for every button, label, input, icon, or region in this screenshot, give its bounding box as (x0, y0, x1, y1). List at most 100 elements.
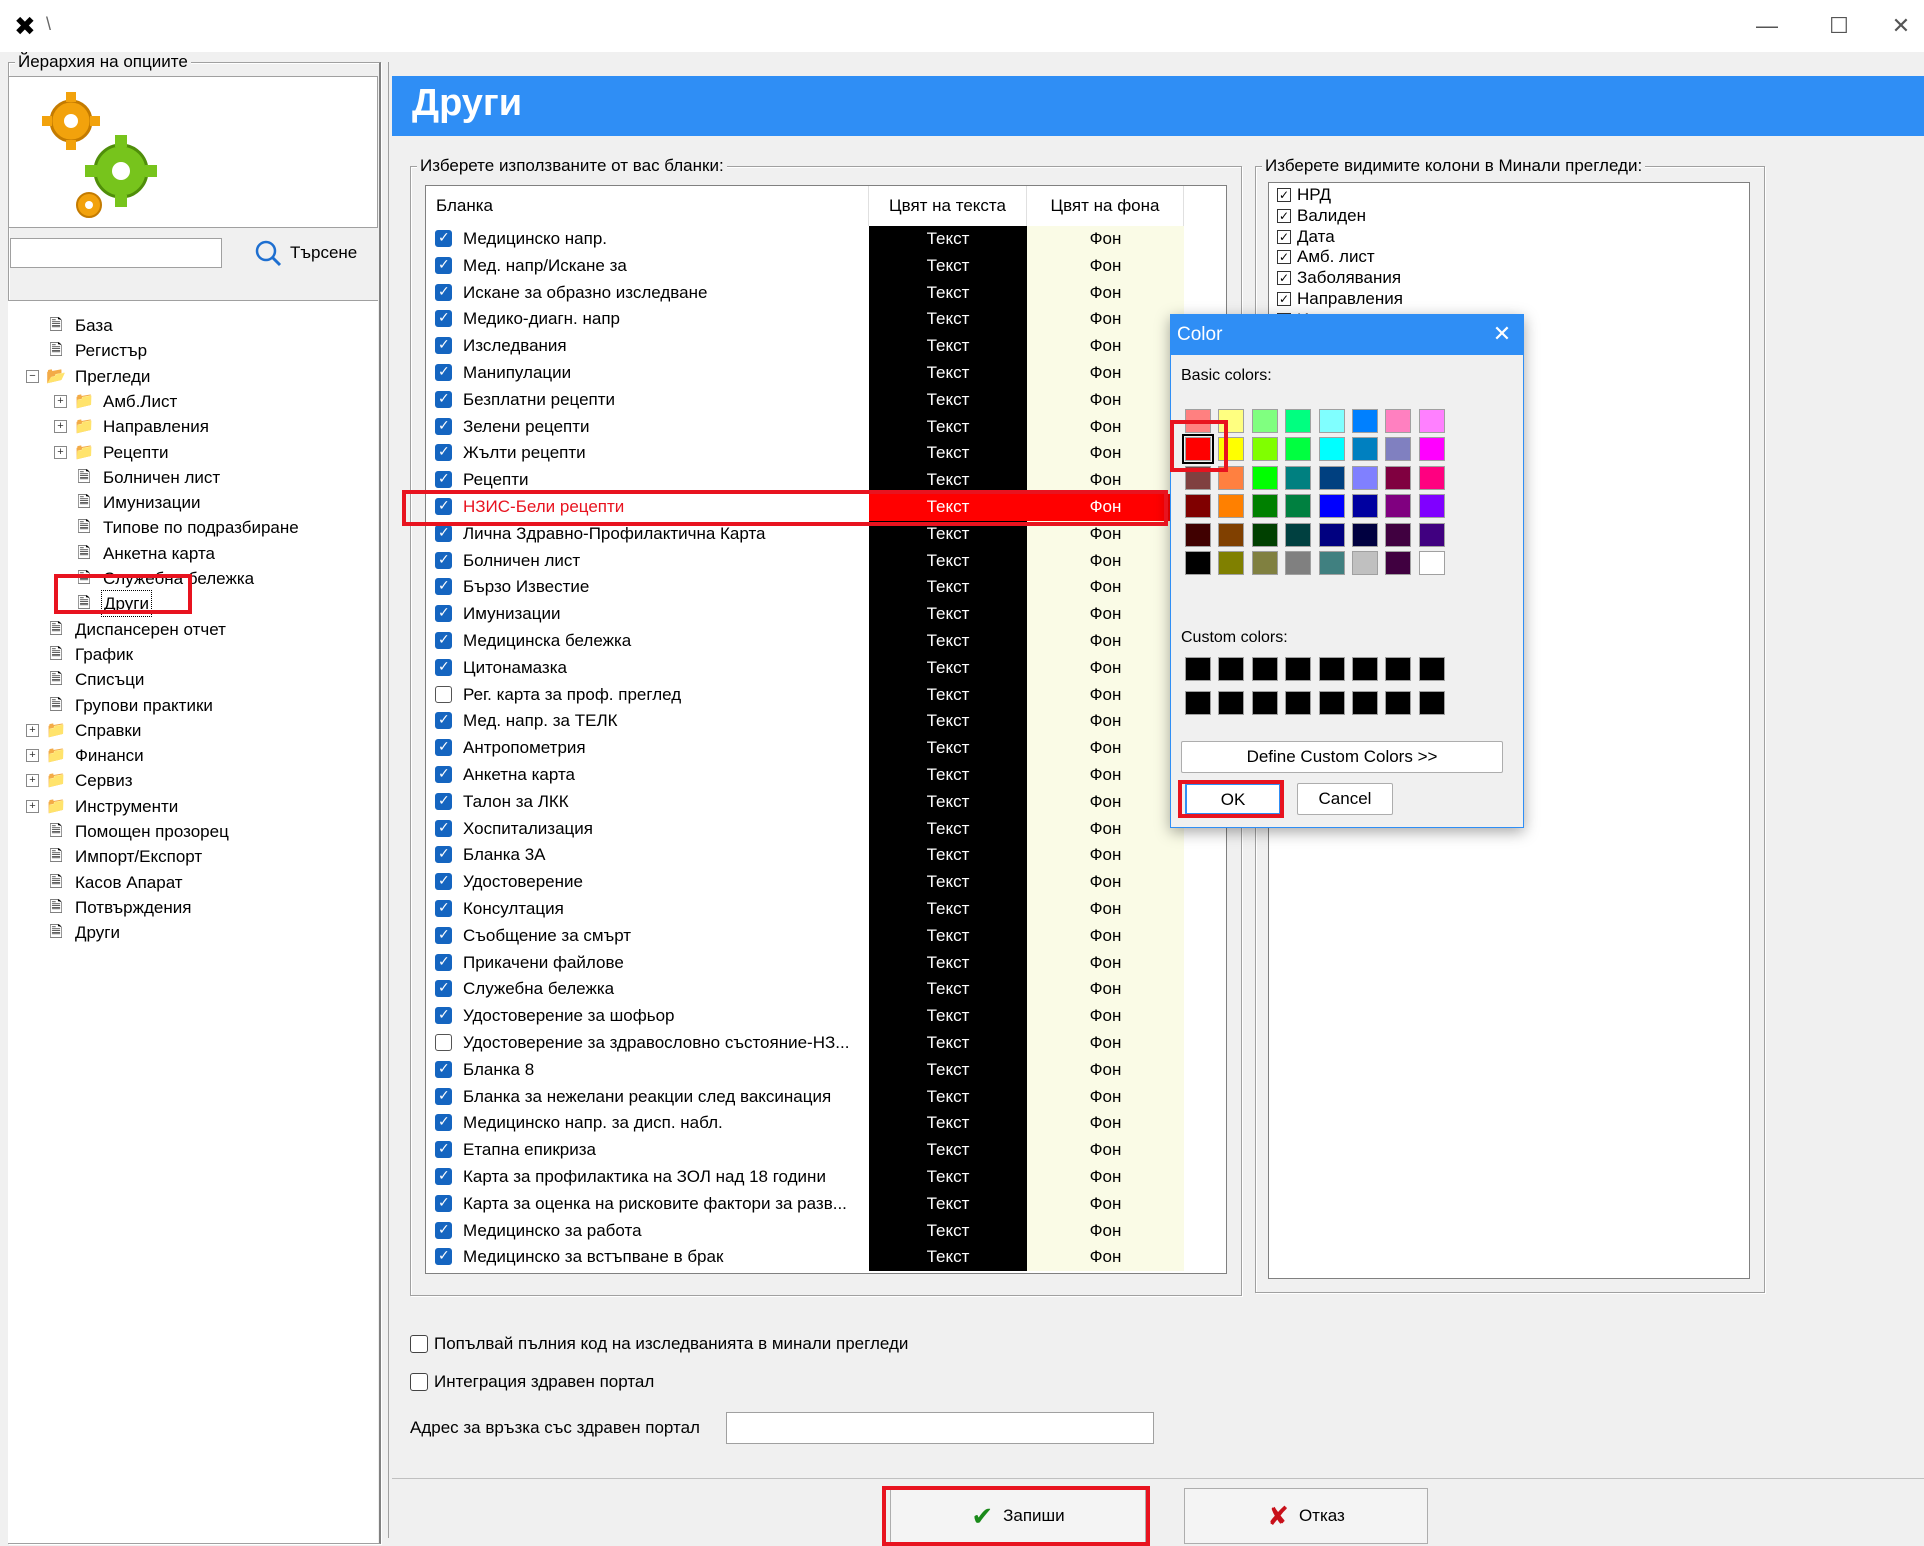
tree-item[interactable]: − 📂 Прегледи (26, 364, 152, 389)
custom-color-swatch[interactable] (1352, 691, 1378, 715)
bg-color-cell[interactable]: Фон (1027, 1217, 1184, 1245)
basic-color-swatch[interactable] (1418, 551, 1445, 575)
custom-color-swatch[interactable] (1185, 691, 1211, 715)
basic-color-swatch[interactable] (1251, 551, 1278, 575)
bg-color-cell[interactable]: Фон (1027, 1190, 1184, 1218)
form-checkbox[interactable] (435, 926, 452, 944)
basic-color-swatch[interactable] (1385, 522, 1412, 547)
bg-color-cell[interactable]: Фон (1027, 708, 1184, 736)
basic-color-swatch[interactable] (1352, 494, 1378, 519)
form-checkbox[interactable] (435, 577, 452, 596)
expand-icon[interactable]: + (26, 749, 39, 763)
bg-color-cell[interactable]: Фон (1027, 815, 1184, 843)
custom-color-swatch[interactable] (1251, 657, 1278, 681)
text-color-cell[interactable]: Текст (869, 976, 1027, 1004)
basic-color-swatch[interactable] (1285, 409, 1312, 433)
bg-color-cell[interactable]: Фон (1027, 252, 1184, 280)
form-row[interactable]: Безплатни рецепти ТекстФон (426, 386, 1184, 414)
basic-color-swatch[interactable] (1352, 437, 1378, 462)
form-row[interactable]: Карта за оценка на рисковите фактори за … (426, 1190, 1184, 1218)
tree-item[interactable]: 🗎 Групови практики (26, 693, 215, 718)
visible-column-item[interactable]: ✓ Дата (1277, 227, 1335, 247)
basic-color-swatch[interactable] (1418, 494, 1445, 519)
text-color-cell[interactable]: Текст (869, 896, 1027, 923)
basic-color-swatch[interactable] (1185, 409, 1211, 433)
form-checkbox[interactable] (435, 765, 452, 783)
text-color-cell[interactable]: Текст (869, 1244, 1027, 1272)
ok-button[interactable]: OK (1185, 783, 1281, 815)
form-checkbox[interactable] (435, 953, 452, 971)
tree-item[interactable]: + 📁 Сервиз (26, 768, 135, 793)
expand-icon[interactable]: + (26, 799, 39, 813)
form-checkbox[interactable] (435, 390, 452, 408)
tree-item[interactable]: 🗎 Други (26, 920, 122, 945)
form-row[interactable]: Медицинско за встъпване в брак ТекстФон (426, 1244, 1184, 1272)
bg-color-cell[interactable]: Фон (1027, 574, 1184, 602)
text-color-cell[interactable]: Текст (869, 842, 1027, 870)
bg-color-cell[interactable]: Фон (1027, 386, 1184, 414)
form-row[interactable]: Талон за ЛКК ТекстФон (426, 788, 1184, 816)
portal-integration-option[interactable]: Интеграция здравен портал (410, 1372, 654, 1392)
basic-color-swatch[interactable] (1318, 465, 1345, 490)
expand-icon[interactable]: + (26, 723, 39, 737)
column-header-bg-color[interactable]: Цвят на фона (1027, 186, 1184, 226)
tree-item[interactable]: 🗎 Анкетна карта (54, 541, 217, 566)
form-row[interactable]: Антропометрия ТекстФон (426, 735, 1184, 762)
form-checkbox[interactable] (435, 229, 452, 247)
form-checkbox[interactable] (435, 1060, 452, 1078)
form-row[interactable]: Бланка за нежелани реакции след ваксинац… (426, 1083, 1184, 1111)
bg-color-cell[interactable]: Фон (1027, 654, 1184, 682)
bg-color-cell[interactable]: Фон (1027, 869, 1184, 896)
form-checkbox[interactable] (435, 524, 452, 542)
form-row[interactable]: Рецепти ТекстФон (426, 467, 1184, 494)
tree-item[interactable]: 🗎 Потвърждения (26, 895, 193, 920)
form-checkbox[interactable] (435, 1113, 452, 1132)
visible-column-checkbox[interactable]: ✓ (1277, 250, 1291, 265)
search-input[interactable] (10, 238, 222, 268)
form-row[interactable]: Рег. карта за проф. преглед Текст Фон (426, 681, 1184, 709)
tree-item[interactable]: 🗎 Списъци (26, 667, 146, 692)
form-row[interactable]: Жълти рецепти ТекстФон (426, 440, 1184, 468)
bg-color-cell[interactable]: Фон (1027, 360, 1184, 387)
bg-color-cell[interactable]: Фон (1027, 976, 1184, 1004)
tree-item[interactable]: 🗎 Типове по подразбиране (54, 515, 301, 540)
basic-color-swatch[interactable] (1352, 522, 1378, 547)
form-checkbox[interactable] (435, 604, 452, 623)
custom-color-swatch[interactable] (1251, 691, 1278, 715)
form-checkbox[interactable] (435, 443, 452, 462)
text-color-cell[interactable]: Текст (869, 601, 1027, 628)
close-window-button[interactable]: ✕ (1878, 8, 1924, 44)
bg-color-cell[interactable]: Фон (1027, 601, 1184, 628)
expand-icon[interactable]: + (54, 394, 67, 408)
form-row[interactable]: Служебна бележка ТекстФон (426, 976, 1184, 1004)
basic-color-swatch[interactable] (1385, 551, 1412, 575)
basic-color-swatch[interactable] (1218, 551, 1245, 575)
custom-color-swatch[interactable] (1418, 657, 1445, 681)
custom-color-swatch[interactable] (1285, 691, 1312, 715)
bg-color-cell[interactable]: Фон (1027, 547, 1184, 575)
visible-column-checkbox[interactable]: ✓ (1277, 292, 1291, 306)
text-color-cell[interactable]: Текст (869, 1030, 1027, 1057)
text-color-cell[interactable]: Текст (869, 413, 1027, 441)
form-row[interactable]: Зелени рецепти ТекстФон (426, 413, 1184, 441)
basic-color-swatch[interactable] (1418, 465, 1445, 490)
form-checkbox[interactable] (435, 792, 452, 810)
cancel-button[interactable]: ✘ Отказ (1184, 1488, 1428, 1544)
custom-color-swatch[interactable] (1318, 657, 1345, 681)
custom-color-swatch[interactable] (1218, 691, 1245, 715)
basic-color-swatch[interactable] (1418, 437, 1445, 462)
form-checkbox[interactable] (435, 979, 452, 998)
basic-color-swatch[interactable] (1185, 465, 1211, 490)
basic-color-swatch[interactable] (1385, 465, 1412, 490)
form-row[interactable]: Удостоверение за шофьор ТекстФон (426, 1003, 1184, 1030)
tree-item[interactable]: + 📁 Направления (54, 414, 211, 439)
text-color-cell[interactable]: Текст (869, 815, 1027, 843)
basic-color-swatch[interactable] (1218, 465, 1245, 490)
basic-color-swatch[interactable] (1385, 437, 1412, 462)
tree-item[interactable]: + 📁 Справки (26, 718, 143, 743)
text-color-cell[interactable]: Текст (869, 494, 1027, 521)
basic-color-swatch[interactable] (1352, 409, 1378, 433)
tree-item[interactable]: 🗎 Касов Апарат (26, 870, 185, 895)
bg-color-cell[interactable]: Фон (1027, 226, 1184, 253)
text-color-cell[interactable]: Текст (869, 869, 1027, 896)
